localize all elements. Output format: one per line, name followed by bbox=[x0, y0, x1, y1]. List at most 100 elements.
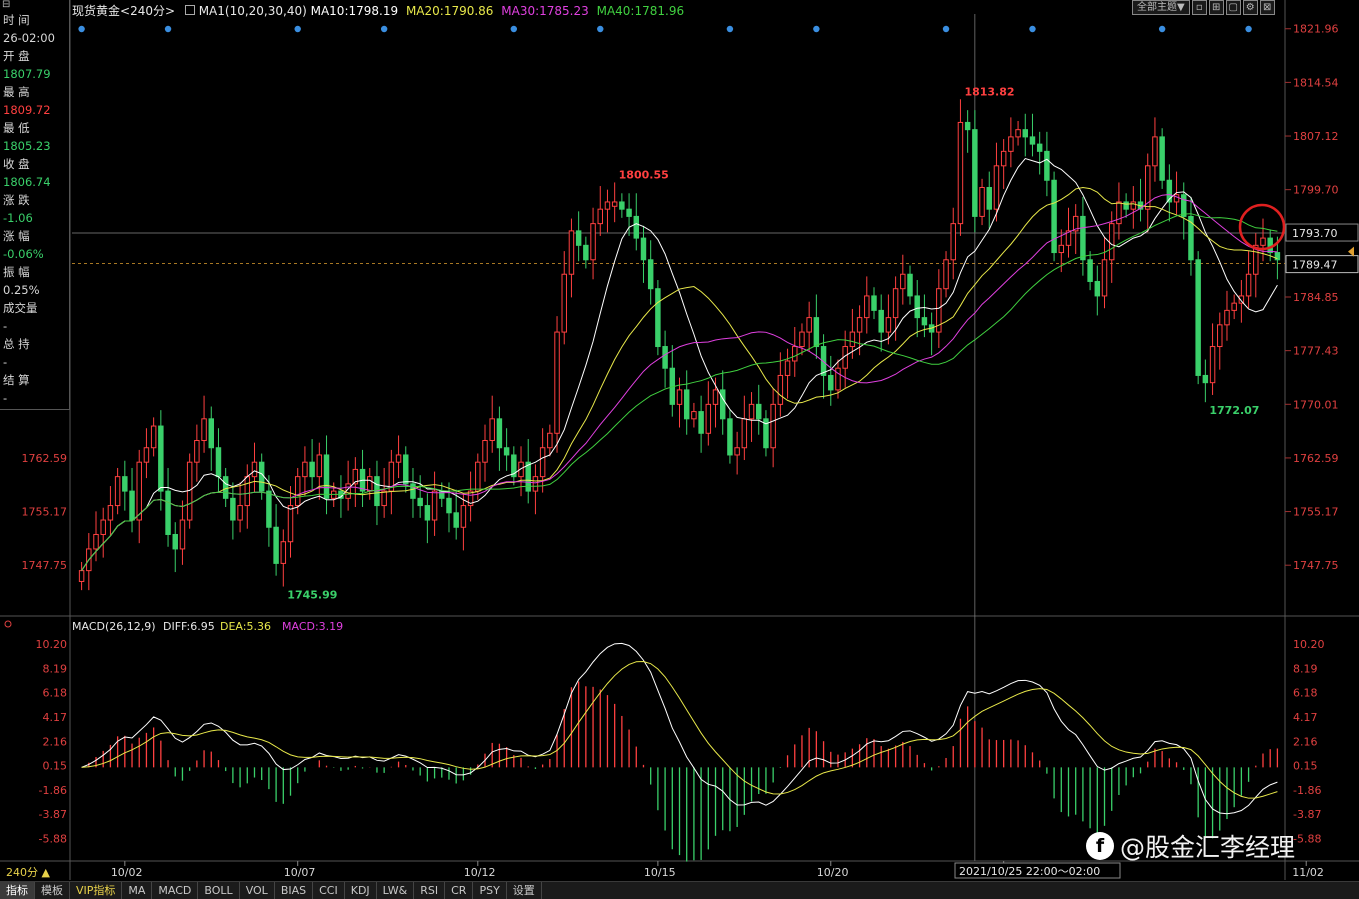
candle-body bbox=[230, 497, 236, 521]
settings-icon[interactable]: ⚙ bbox=[1242, 0, 1258, 15]
candle-body bbox=[1123, 201, 1129, 210]
price-tick-label: 1762.59 bbox=[1293, 452, 1339, 465]
price-tick-label: 1747.75 bbox=[1293, 559, 1339, 572]
macd-right-tick: 4.17 bbox=[1293, 711, 1318, 724]
candle-body bbox=[143, 447, 150, 463]
time-label: 11/02 bbox=[1292, 866, 1324, 879]
candle-body bbox=[640, 237, 647, 261]
watermark: f @股金汇李经理 bbox=[1086, 828, 1295, 864]
candle-body bbox=[244, 476, 251, 507]
price-tick-label: 1799.70 bbox=[1293, 184, 1339, 197]
candle-body bbox=[719, 389, 726, 420]
info-label: 成交量 bbox=[3, 301, 38, 315]
signal-dot bbox=[1029, 25, 1036, 33]
toolbar-tab-11[interactable]: LW& bbox=[377, 882, 415, 899]
candle-body bbox=[741, 418, 748, 449]
candle-body bbox=[367, 476, 373, 492]
candle-body bbox=[323, 454, 330, 499]
info-label: 振 幅 bbox=[3, 265, 30, 279]
candle-body bbox=[1108, 223, 1115, 261]
candle-body bbox=[727, 418, 733, 456]
candle-body bbox=[172, 533, 178, 550]
candle-body bbox=[1087, 259, 1093, 282]
minimize-icon[interactable]: ▫ bbox=[1191, 0, 1207, 15]
candle-body bbox=[1130, 201, 1137, 210]
toolbar-tab-2[interactable]: 模板 bbox=[35, 882, 70, 899]
candle-body bbox=[417, 497, 423, 507]
time-label: 10/20 bbox=[817, 866, 849, 879]
candle-body bbox=[676, 389, 683, 405]
info-label: 总 持 bbox=[3, 337, 30, 351]
candle-body bbox=[280, 541, 287, 564]
layout-icon[interactable]: ▢ bbox=[1225, 0, 1241, 15]
ma-checkbox-icon[interactable] bbox=[184, 5, 195, 15]
price-tick-label: 1770.01 bbox=[1293, 398, 1339, 411]
info-label: 结 算 bbox=[3, 373, 30, 387]
period-label[interactable]: <240分> bbox=[120, 4, 175, 18]
info-value: 1806.74 bbox=[3, 175, 51, 189]
candle-body bbox=[705, 403, 712, 434]
toolbar-tab-14[interactable]: PSY bbox=[473, 882, 507, 899]
candle-body bbox=[150, 425, 157, 449]
candle-body bbox=[1217, 324, 1223, 348]
candlestick-series bbox=[78, 25, 1281, 591]
close-icon[interactable]: ⊠ bbox=[1259, 0, 1275, 15]
grid-view-icon[interactable]: ⊞ bbox=[1208, 0, 1224, 15]
ma20-label: MA20:1790.86 bbox=[405, 4, 494, 18]
candle-body bbox=[583, 244, 589, 261]
candle-body bbox=[1224, 309, 1230, 326]
info-label: 收 盘 bbox=[3, 157, 30, 171]
info-value: - bbox=[3, 355, 8, 369]
moving-average-lines bbox=[81, 158, 1278, 571]
toolbar-tab-9[interactable]: CCI bbox=[313, 882, 345, 899]
indicator-toolbar: 指标 模板 VIP指标 MA MACD BOLL VOL BIAS CCI KDJ LW& RSI CR… bbox=[0, 881, 1359, 899]
candle-body bbox=[604, 201, 611, 210]
toolbar-tab-8[interactable]: BIAS bbox=[275, 882, 314, 899]
candle-body bbox=[294, 476, 301, 507]
candle-body bbox=[1008, 136, 1014, 152]
toolbar-tab-3[interactable]: VIP指标 bbox=[70, 882, 123, 899]
candle-body bbox=[316, 454, 323, 478]
info-panel-toggle-icon[interactable]: ⊟ bbox=[0, 0, 69, 11]
candle-body bbox=[251, 461, 258, 478]
candle-body bbox=[431, 490, 438, 521]
signal-dot bbox=[380, 25, 388, 33]
header-bar: 现货黄金<240分> MA1(10,20,30,40) MA10:1798.19… bbox=[72, 2, 684, 19]
toolbar-tab-4[interactable]: MA bbox=[122, 882, 153, 899]
toolbar-tab-7[interactable]: VOL bbox=[240, 882, 275, 899]
grid-lines bbox=[72, 14, 1285, 861]
toolbar-tab-6[interactable]: BOLL bbox=[198, 882, 240, 899]
price-tick-label: 1821.96 bbox=[1293, 23, 1339, 36]
top-buttons: 全部主题▼ ▫ ⊞ ▢ ⚙ ⊠ bbox=[1132, 0, 1275, 15]
candle-body bbox=[561, 273, 567, 333]
signal-dot bbox=[164, 25, 172, 33]
candle-body bbox=[792, 346, 798, 362]
info-value: 26-02:00 bbox=[3, 31, 55, 45]
candle-body bbox=[460, 505, 467, 528]
macd-right-tick: 10.20 bbox=[1293, 638, 1325, 651]
info-value: 1809.72 bbox=[3, 103, 51, 117]
candle-body bbox=[590, 223, 596, 261]
crosshair-price: 1793.70 bbox=[1292, 227, 1338, 240]
toolbar-tab-13[interactable]: CR bbox=[445, 882, 474, 899]
info-label: 开 盘 bbox=[3, 49, 30, 63]
toolbar-tab-10[interactable]: KDJ bbox=[345, 882, 377, 899]
toolbar-tab-15[interactable]: 设置 bbox=[507, 882, 542, 899]
info-value: 1805.23 bbox=[3, 139, 51, 153]
macd-right-tick: 2.16 bbox=[1293, 735, 1318, 748]
candle-body bbox=[1209, 346, 1216, 384]
candle-body bbox=[1173, 194, 1180, 203]
candle-body bbox=[900, 273, 906, 290]
macd-left-tick: 8.19 bbox=[43, 662, 68, 675]
info-panel: ⊟ 时 间 26-02:00 开 盘 1807.79 最 高 1809.72 最 低 1805… bbox=[0, 0, 70, 410]
candle-body bbox=[194, 440, 200, 463]
toolbar-tab-12[interactable]: RSI bbox=[414, 882, 446, 899]
toolbar-tab-1[interactable]: 指标 bbox=[0, 882, 35, 899]
candle-body bbox=[222, 476, 229, 499]
macd-right-tick: -1.86 bbox=[1293, 784, 1321, 797]
signal-dot bbox=[942, 25, 950, 33]
theme-dropdown[interactable]: 全部主题▼ bbox=[1132, 0, 1190, 15]
toolbar-tab-5[interactable]: MACD bbox=[152, 882, 199, 899]
price-tick-label: 1807.12 bbox=[1293, 130, 1339, 143]
chart-canvas[interactable]: 1821.96 1814.54 1807.12 1799.70 1784.85 1777.… bbox=[0, 0, 1359, 898]
